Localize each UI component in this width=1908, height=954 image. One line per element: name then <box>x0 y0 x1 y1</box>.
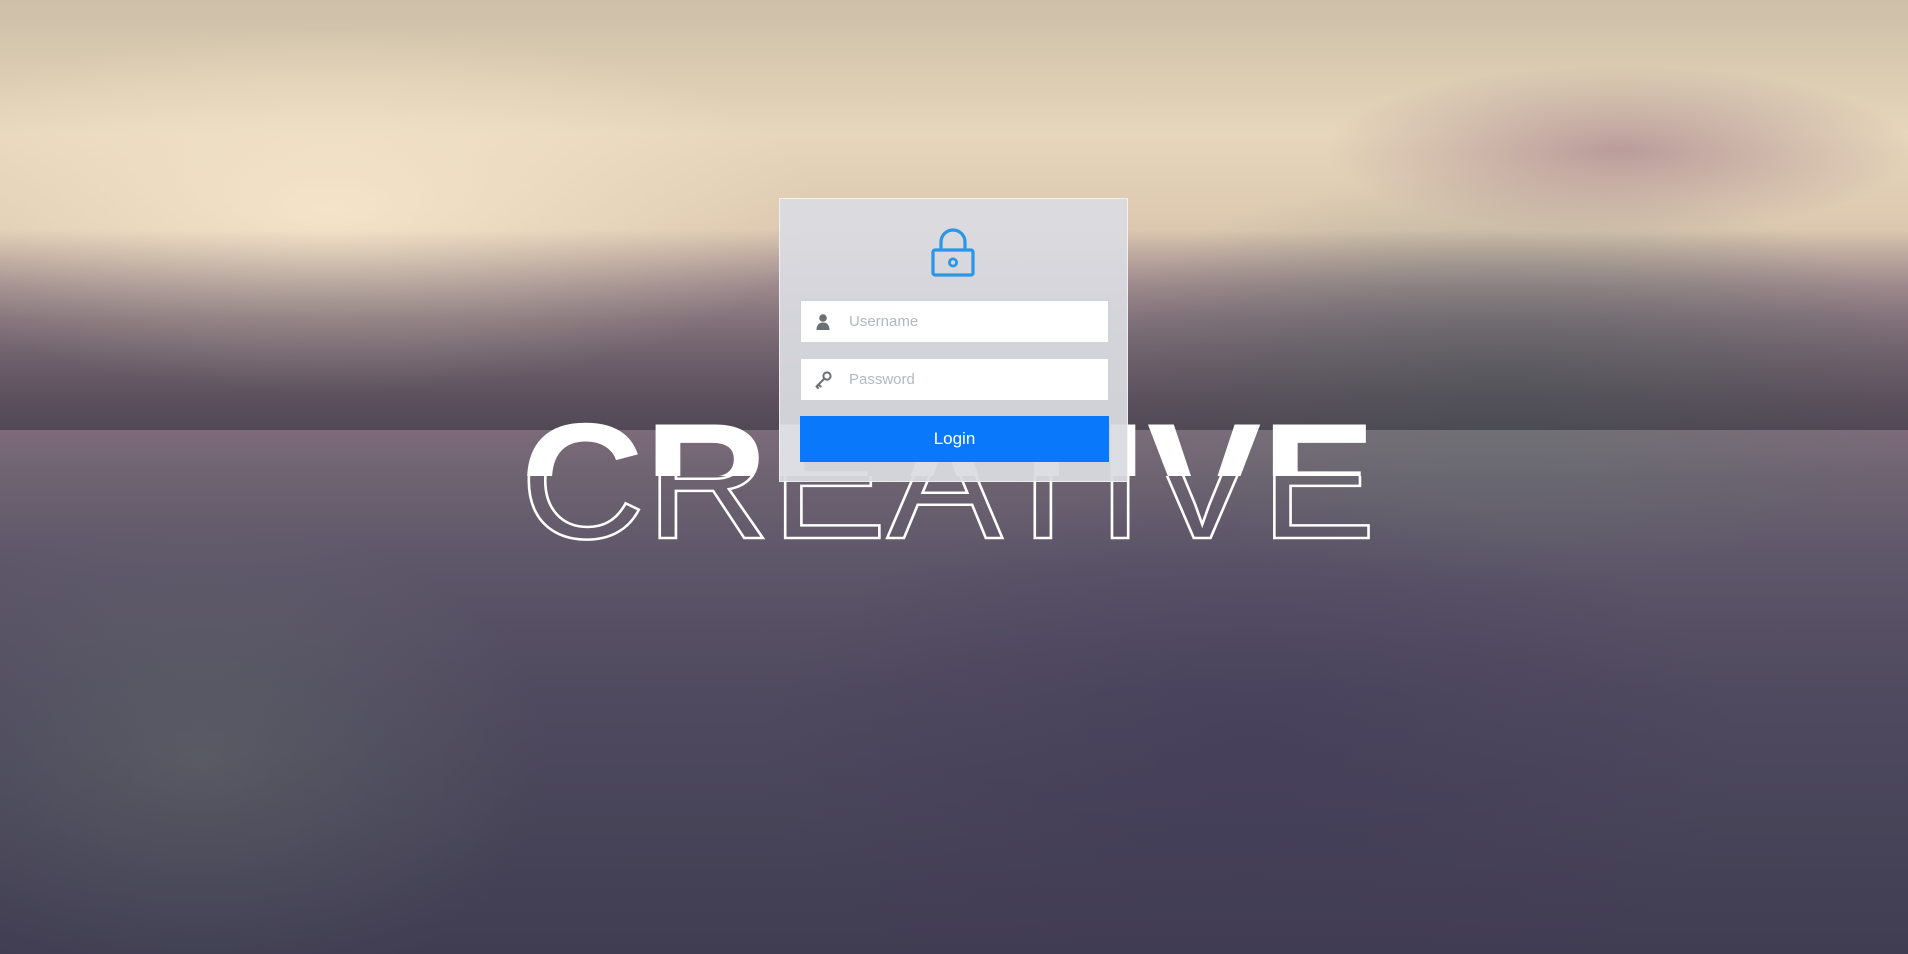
user-icon <box>813 312 833 332</box>
username-field[interactable] <box>800 300 1109 343</box>
key-icon <box>813 370 833 390</box>
login-button[interactable]: Login <box>800 416 1109 462</box>
lock-icon <box>930 227 976 277</box>
login-panel: Login <box>779 198 1128 482</box>
password-input[interactable] <box>849 359 1099 400</box>
username-input[interactable] <box>849 301 1099 342</box>
password-field[interactable] <box>800 358 1109 401</box>
